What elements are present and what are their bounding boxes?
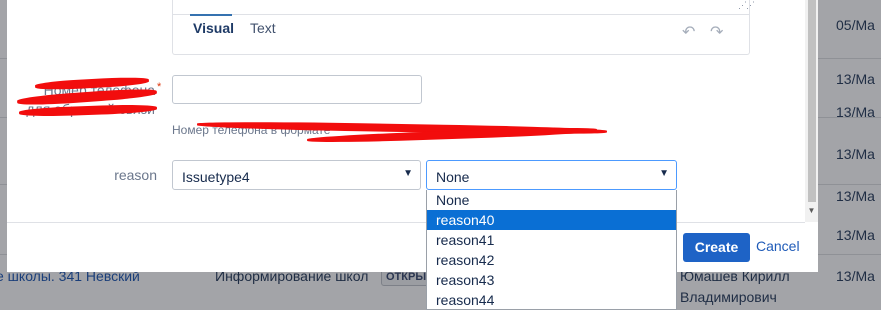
phone-input[interactable] <box>172 75 422 104</box>
date-cell: 13/Ma <box>836 146 875 162</box>
cancel-link[interactable]: Cancel <box>756 238 800 254</box>
undo-icon[interactable]: ↶ <box>682 22 695 42</box>
reason-value: None <box>436 169 470 185</box>
scrollbar-thumb[interactable] <box>808 0 816 202</box>
dropdown-option[interactable]: None <box>427 190 676 210</box>
editor-divider <box>173 14 749 15</box>
required-marker: * <box>157 81 162 93</box>
footer-divider <box>7 222 805 223</box>
assignee-cell-line2: Владимирович <box>680 289 777 305</box>
date-cell: 13/Ma <box>836 104 875 120</box>
dropdown-option[interactable]: reason42 <box>427 250 676 270</box>
dropdown-arrow-icon: ▼ <box>403 168 413 179</box>
tab-visual[interactable]: Visual <box>193 20 234 36</box>
reason-dropdown-list: None reason40 reason41 reason42 reason43… <box>426 190 677 310</box>
issuetype-select[interactable]: Issuetype4 ▼ <box>172 160 421 190</box>
dialog-content: ⋰⋰ Visual Text ↶ ↷ Номер телефона для об… <box>7 0 818 222</box>
create-button[interactable]: Create <box>683 233 750 262</box>
date-cell: 13/Ma <box>836 227 875 243</box>
date-cell: 13/Ma <box>836 268 875 284</box>
dropdown-arrow-icon: ▼ <box>659 168 669 179</box>
dropdown-option[interactable]: reason43 <box>427 270 676 290</box>
dropdown-option[interactable]: reason44 <box>427 290 676 309</box>
active-tab-indicator <box>190 14 232 16</box>
dropdown-option-selected[interactable]: reason40 <box>427 210 676 230</box>
reason-label: reason <box>114 167 157 183</box>
date-cell: 13/Ma <box>836 71 875 87</box>
dropdown-option[interactable]: reason41 <box>427 230 676 250</box>
tab-text[interactable]: Text <box>250 20 276 36</box>
date-cell: 05/Ma <box>836 17 875 33</box>
issuetype-value: Issuetype4 <box>182 169 250 185</box>
reason-select[interactable]: None ▼ <box>426 160 677 190</box>
rich-text-editor: ⋰⋰ Visual Text ↶ ↷ <box>172 0 755 55</box>
redo-icon[interactable]: ↷ <box>710 22 723 42</box>
create-issue-dialog: ⋰⋰ Visual Text ↶ ↷ Номер телефона для об… <box>7 0 818 272</box>
scroll-down-arrow-icon[interactable]: ▼ <box>805 204 818 218</box>
resize-handle-icon[interactable]: ⋰⋰ <box>738 0 755 11</box>
date-cell: 13/Ma <box>836 188 875 204</box>
